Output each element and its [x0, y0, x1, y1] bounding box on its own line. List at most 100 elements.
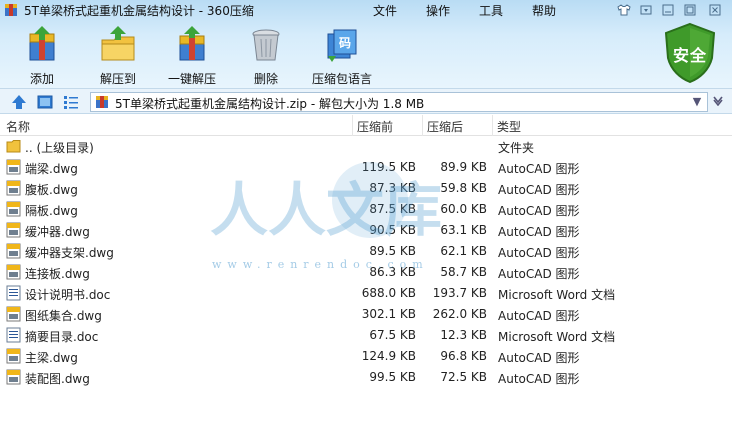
address-path: 5T单梁桥式起重机金属结构设计.zip - 解包大小为 1.8 MB	[115, 97, 425, 111]
file-compressed-size: 12.3 KB	[440, 328, 487, 342]
file-list: 名称 压缩前 压缩后 类型 .. (上级目录) 文件夹 端梁.dwg 119.5…	[0, 115, 732, 442]
doc-file-icon	[6, 285, 21, 301]
add-label: 添加	[29, 72, 54, 86]
trash-icon	[252, 29, 280, 61]
column-divider[interactable]	[492, 115, 493, 136]
file-compressed-size: 59.8 KB	[440, 181, 487, 195]
extract-to-button[interactable]: 解压到	[82, 26, 154, 87]
archive-language-button[interactable]: 码 压缩包语言	[306, 26, 378, 87]
list-header: 名称 压缩前 压缩后 类型	[0, 115, 732, 136]
file-compressed-size: 193.7 KB	[432, 286, 487, 300]
list-item[interactable]: 设计说明书.doc 688.0 KB 193.7 KB Microsoft Wo…	[0, 283, 732, 304]
menu-help[interactable]: 帮助	[532, 2, 585, 19]
list-item[interactable]: 装配图.dwg 99.5 KB 72.5 KB AutoCAD 图形	[0, 367, 732, 388]
add-archive-icon	[29, 26, 55, 61]
file-compressed-size: 96.8 KB	[440, 349, 487, 363]
dwg-file-icon	[6, 369, 21, 385]
list-item[interactable]: 图纸集合.dwg 302.1 KB 262.0 KB AutoCAD 图形	[0, 304, 732, 325]
file-type: AutoCAD 图形	[498, 351, 580, 365]
file-type: AutoCAD 图形	[498, 372, 580, 386]
file-original-size: 124.9 KB	[361, 349, 416, 363]
one-click-extract-button[interactable]: 一键解压	[156, 26, 228, 87]
top-chrome: 5T单梁桥式起重机金属结构设计 - 360压缩 文件 操作 工具 帮助 添加 解…	[0, 0, 732, 88]
file-type: AutoCAD 图形	[498, 225, 580, 239]
menu-bar: 文件 操作 工具 帮助	[373, 2, 585, 19]
minimize-icon[interactable]	[658, 2, 678, 18]
folder-icon	[6, 140, 21, 153]
add-button[interactable]: 添加	[6, 26, 78, 87]
column-type[interactable]: 类型	[497, 118, 521, 135]
extract-folder-icon	[101, 26, 135, 61]
column-divider[interactable]	[352, 115, 353, 136]
code-page-icon: 码	[327, 29, 357, 62]
dwg-file-icon	[6, 243, 21, 259]
file-name: .. (上级目录)	[25, 141, 94, 155]
maximize-icon[interactable]	[680, 2, 700, 18]
menu-dropdown-icon[interactable]	[636, 2, 656, 18]
list-item[interactable]: 端梁.dwg 119.5 KB 89.9 KB AutoCAD 图形	[0, 157, 732, 178]
skin-shirt-icon[interactable]	[614, 2, 634, 18]
file-type: Microsoft Word 文档	[498, 288, 616, 302]
list-view-icon[interactable]	[62, 93, 80, 111]
delete-label: 删除	[253, 72, 278, 86]
file-original-size: 99.5 KB	[369, 370, 416, 384]
file-compressed-size: 262.0 KB	[432, 307, 487, 321]
menu-tools[interactable]: 工具	[479, 2, 532, 19]
zip-archive-icon	[96, 96, 108, 108]
file-original-size: 119.5 KB	[361, 160, 416, 174]
one-click-extract-label: 一键解压	[167, 72, 216, 86]
file-type: AutoCAD 图形	[498, 246, 580, 260]
security-label: 安全	[672, 46, 707, 65]
file-type: 文件夹	[498, 141, 535, 155]
list-item[interactable]: 摘要目录.doc 67.5 KB 12.3 KB Microsoft Word …	[0, 325, 732, 346]
list-item[interactable]: 隔板.dwg 87.5 KB 60.0 KB AutoCAD 图形	[0, 199, 732, 220]
file-original-size: 302.1 KB	[361, 307, 416, 321]
security-shield[interactable]: 安全	[662, 22, 718, 84]
file-type: AutoCAD 图形	[498, 267, 580, 281]
file-compressed-size: 60.0 KB	[440, 202, 487, 216]
file-compressed-size: 89.9 KB	[440, 160, 487, 174]
address-field[interactable]: 5T单梁桥式起重机金属结构设计.zip - 解包大小为 1.8 MB ▼	[90, 92, 708, 112]
one-click-extract-icon	[179, 26, 205, 61]
menu-file[interactable]: 文件	[373, 2, 426, 19]
archive-language-label: 压缩包语言	[311, 72, 372, 86]
file-name: 端梁.dwg	[25, 162, 78, 176]
file-compressed-size: 72.5 KB	[440, 370, 487, 384]
list-item[interactable]: 腹板.dwg 87.3 KB 59.8 KB AutoCAD 图形	[0, 178, 732, 199]
column-name[interactable]: 名称	[6, 118, 30, 135]
file-compressed-size: 62.1 KB	[440, 244, 487, 258]
column-original-size[interactable]: 压缩前	[357, 118, 393, 135]
file-original-size: 87.5 KB	[369, 202, 416, 216]
expand-chevron-icon[interactable]	[712, 94, 724, 109]
file-name: 设计说明书.doc	[25, 288, 111, 302]
title-bar: 5T单梁桥式起重机金属结构设计 - 360压缩 文件 操作 工具 帮助	[0, 0, 732, 20]
thumbnail-view-icon[interactable]	[36, 93, 54, 111]
doc-file-icon	[6, 327, 21, 343]
file-type: AutoCAD 图形	[498, 183, 580, 197]
dwg-file-icon	[6, 159, 21, 175]
file-original-size: 688.0 KB	[361, 286, 416, 300]
extract-to-label: 解压到	[99, 72, 136, 86]
file-original-size: 90.5 KB	[369, 223, 416, 237]
watermark-url: www.renrendoc.com	[212, 258, 429, 271]
close-icon[interactable]	[702, 2, 728, 18]
file-name: 缓冲器支架.dwg	[25, 246, 114, 260]
list-item[interactable]: 主梁.dwg 124.9 KB 96.8 KB AutoCAD 图形	[0, 346, 732, 367]
file-name: 主梁.dwg	[25, 351, 78, 365]
file-name: 腹板.dwg	[25, 183, 78, 197]
dwg-file-icon	[6, 222, 21, 238]
file-type: AutoCAD 图形	[498, 204, 580, 218]
address-bar-row: 5T单梁桥式起重机金属结构设计.zip - 解包大小为 1.8 MB ▼	[0, 88, 732, 114]
delete-button[interactable]: 删除	[230, 26, 302, 87]
menu-operation[interactable]: 操作	[426, 2, 479, 19]
dwg-file-icon	[6, 201, 21, 217]
file-type: Microsoft Word 文档	[498, 330, 616, 344]
list-item-parent-dir[interactable]: .. (上级目录) 文件夹	[0, 136, 732, 157]
svg-text:码: 码	[339, 36, 351, 50]
list-item[interactable]: 缓冲器.dwg 90.5 KB 63.1 KB AutoCAD 图形	[0, 220, 732, 241]
column-divider[interactable]	[422, 115, 423, 136]
column-compressed-size[interactable]: 压缩后	[427, 118, 463, 135]
chevron-down-icon[interactable]: ▼	[689, 95, 705, 109]
file-name: 缓冲器.dwg	[25, 225, 90, 239]
up-arrow-icon[interactable]	[10, 93, 28, 111]
